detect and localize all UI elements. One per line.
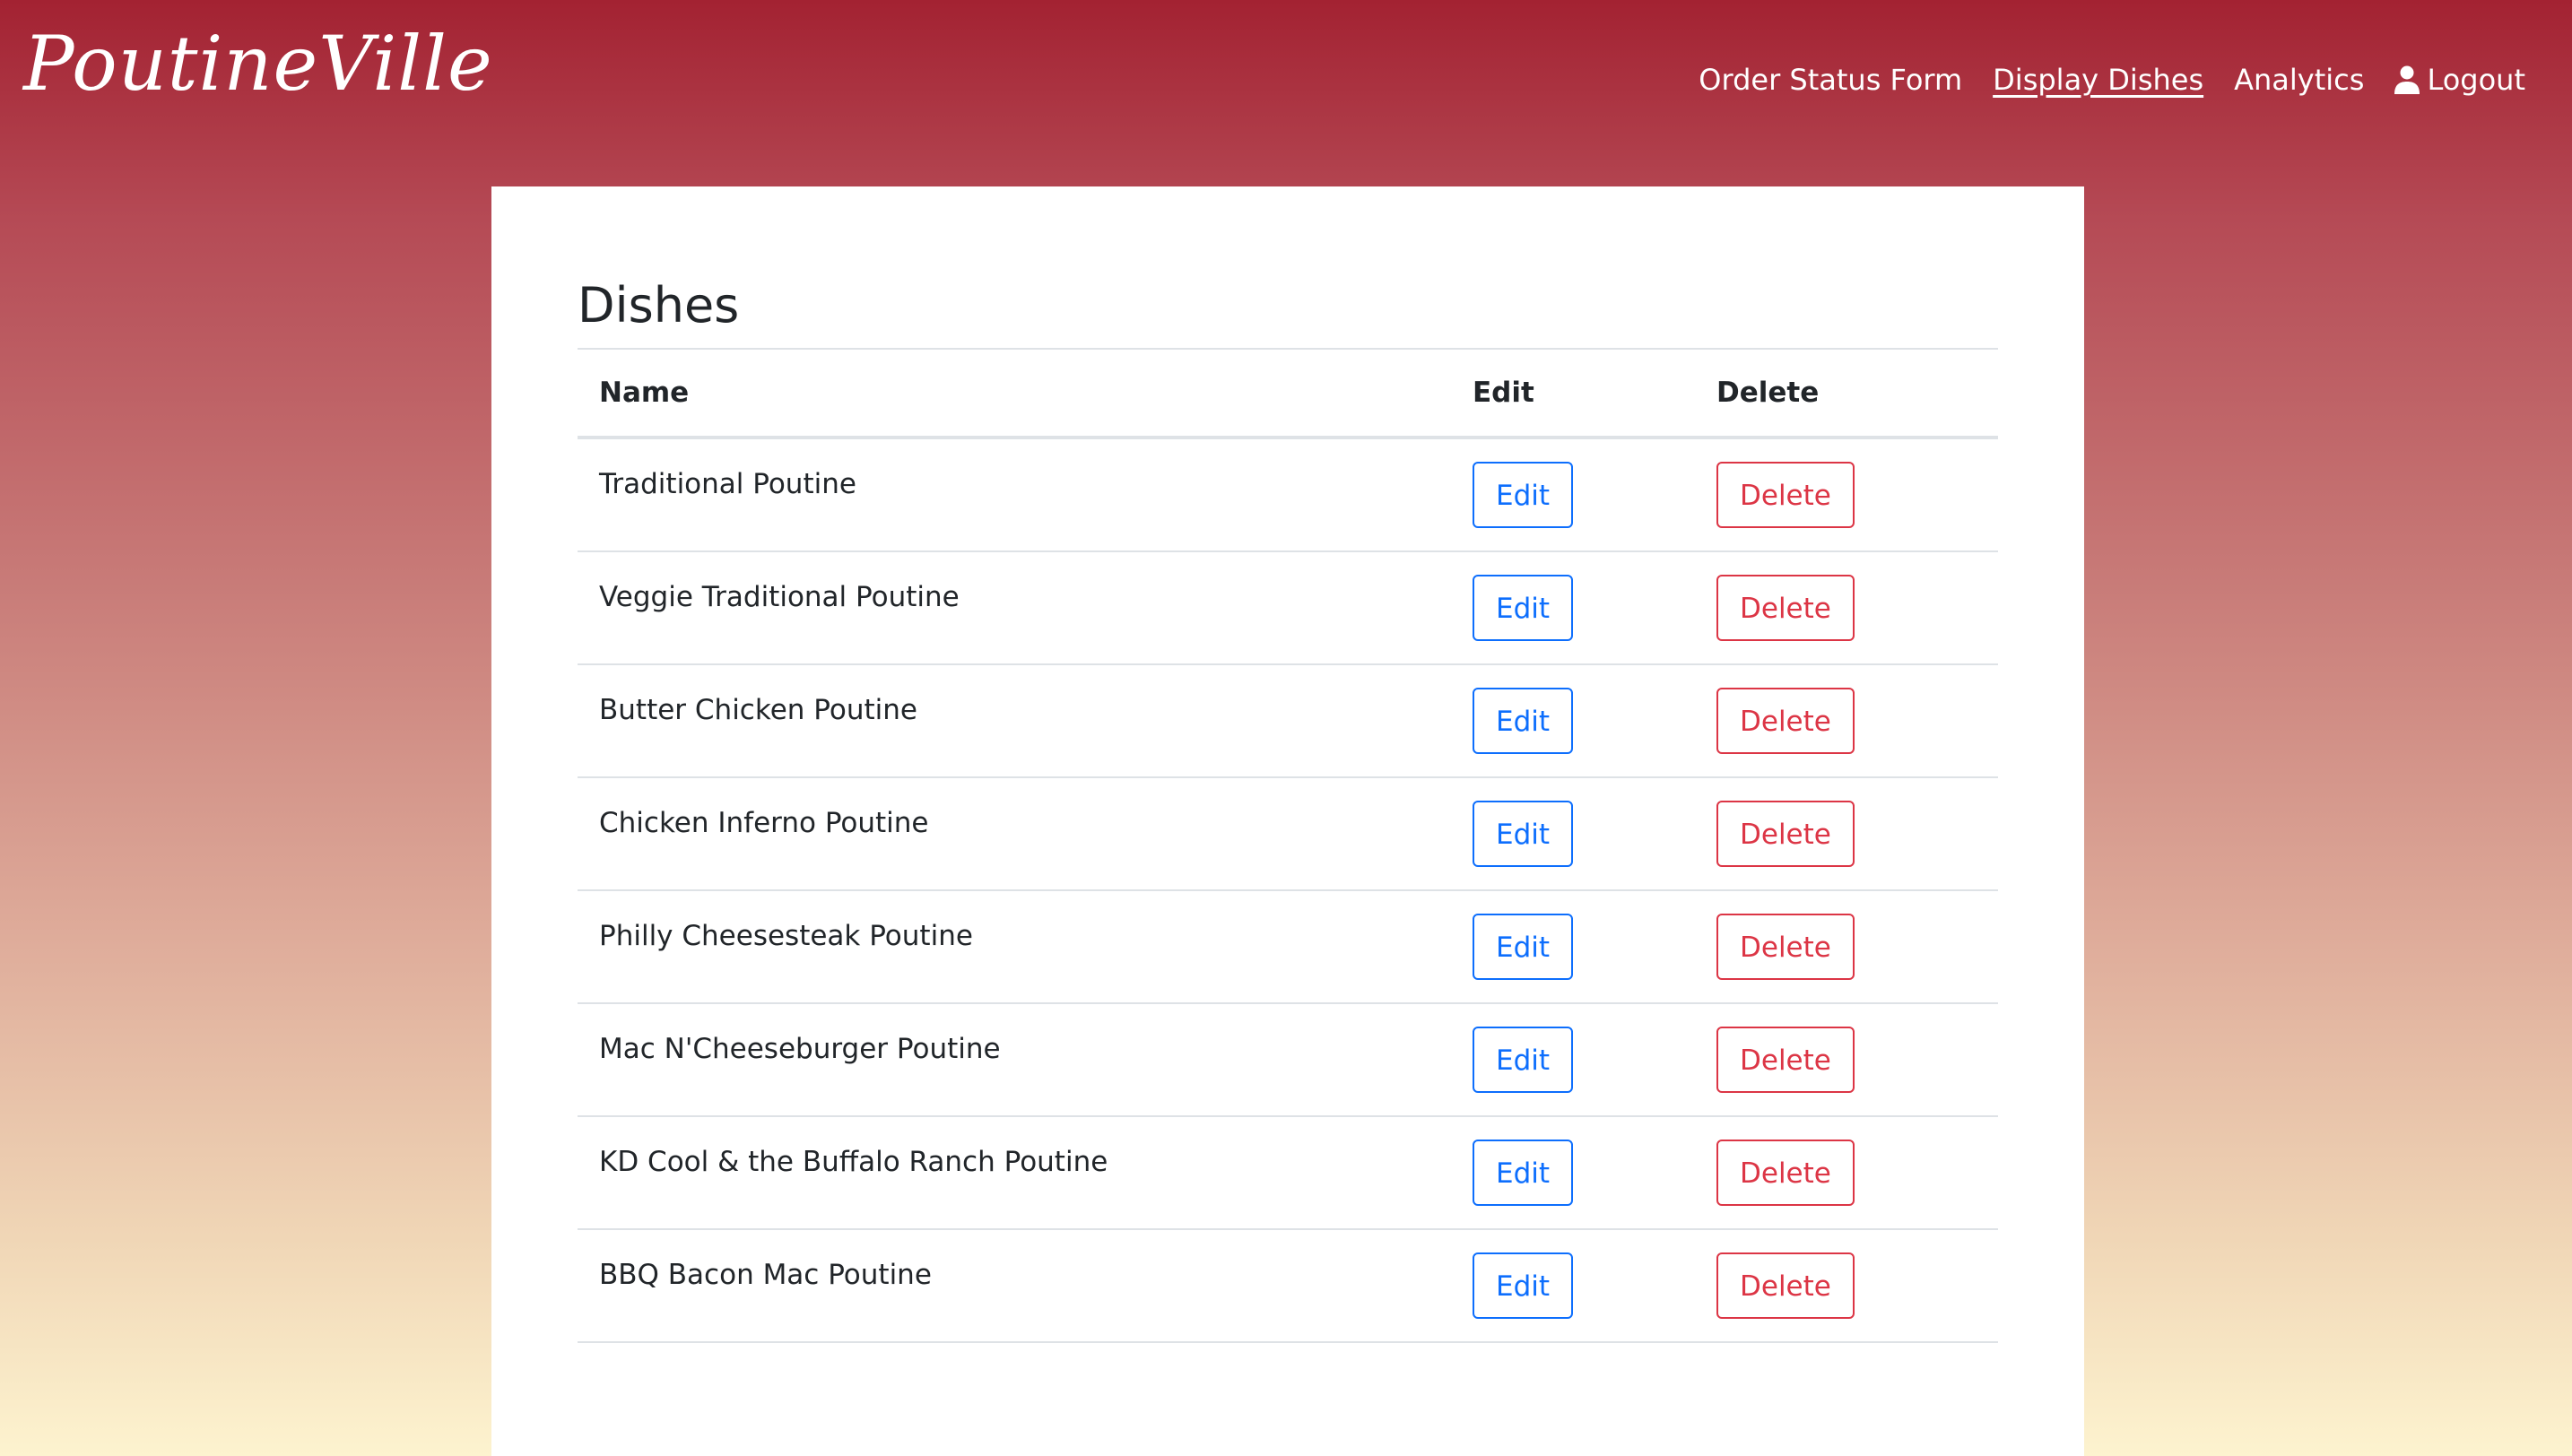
logout-label: Logout [2427,63,2525,97]
nav-analytics[interactable]: Analytics [2234,63,2364,97]
edit-cell: Edit [1451,1003,1695,1117]
edit-cell: Edit [1451,890,1695,1004]
edit-cell: Edit [1451,1229,1695,1343]
dish-name: BBQ Bacon Mac Poutine [578,1229,1451,1343]
edit-button[interactable]: Edit [1473,575,1574,641]
column-header-name: Name [578,350,1451,439]
delete-cell: Delete [1695,438,1998,552]
dish-name: Chicken Inferno Poutine [578,777,1451,891]
user-icon [2394,65,2420,94]
nav-display-dishes[interactable]: Display Dishes [1993,63,2203,97]
dish-name: Philly Cheesesteak Poutine [578,890,1451,1004]
delete-button[interactable]: Delete [1716,1252,1855,1319]
edit-button[interactable]: Edit [1473,462,1574,528]
column-header-edit: Edit [1451,350,1695,439]
edit-button[interactable]: Edit [1473,1252,1574,1319]
table-header-row: Name Edit Delete [578,350,1998,439]
edit-button[interactable]: Edit [1473,1027,1574,1093]
dish-name: Traditional Poutine [578,438,1451,552]
delete-cell: Delete [1695,664,1998,778]
table-row: Butter Chicken Poutine Edit Delete [578,664,1998,778]
table-row: KD Cool & the Buffalo Ranch Poutine Edit D… [578,1116,1998,1230]
delete-button[interactable]: Delete [1716,462,1855,528]
edit-cell: Edit [1451,664,1695,778]
edit-button[interactable]: Edit [1473,914,1574,980]
table-row: Chicken Inferno Poutine Edit Delete [578,777,1998,891]
table-row: Veggie Traditional Poutine Edit Delete [578,551,1998,665]
table-row: Philly Cheesesteak Poutine Edit Delete [578,890,1998,1004]
delete-cell: Delete [1695,1229,1998,1343]
page-title: Dishes [578,273,1998,350]
dishes-card: Dishes Name Edit Delete Traditional Pout… [491,186,2084,1456]
edit-button[interactable]: Edit [1473,688,1574,754]
brand-logo[interactable]: PoutineVille [23,20,493,108]
delete-cell: Delete [1695,1003,1998,1117]
delete-cell: Delete [1695,1116,1998,1230]
delete-button[interactable]: Delete [1716,1140,1855,1206]
nav-order-status-form[interactable]: Order Status Form [1699,63,1962,97]
dish-name: KD Cool & the Buffalo Ranch Poutine [578,1116,1451,1230]
top-nav: Order Status Form Display Dishes Analyti… [1699,63,2525,97]
delete-cell: Delete [1695,777,1998,891]
delete-cell: Delete [1695,551,1998,665]
delete-button[interactable]: Delete [1716,1027,1855,1093]
delete-button[interactable]: Delete [1716,688,1855,754]
edit-button[interactable]: Edit [1473,801,1574,867]
dish-name: Mac N'Cheeseburger Poutine [578,1003,1451,1117]
delete-button[interactable]: Delete [1716,914,1855,980]
edit-cell: Edit [1451,1116,1695,1230]
edit-button[interactable]: Edit [1473,1140,1574,1206]
table-row: BBQ Bacon Mac Poutine Edit Delete [578,1229,1998,1343]
dishes-table-body: Traditional Poutine Edit Delete Veggie Trad… [578,438,1998,1343]
delete-cell: Delete [1695,890,1998,1004]
table-row: Traditional Poutine Edit Delete [578,438,1998,552]
logout-link[interactable]: Logout [2394,63,2525,97]
dish-name: Veggie Traditional Poutine [578,551,1451,665]
delete-button[interactable]: Delete [1716,801,1855,867]
table-row: Mac N'Cheeseburger Poutine Edit Delete [578,1003,1998,1117]
dishes-table: Name Edit Delete Traditional Poutine Edit… [578,350,1998,1343]
delete-button[interactable]: Delete [1716,575,1855,641]
edit-cell: Edit [1451,551,1695,665]
dish-name: Butter Chicken Poutine [578,664,1451,778]
edit-cell: Edit [1451,777,1695,891]
column-header-delete: Delete [1695,350,1998,439]
edit-cell: Edit [1451,438,1695,552]
